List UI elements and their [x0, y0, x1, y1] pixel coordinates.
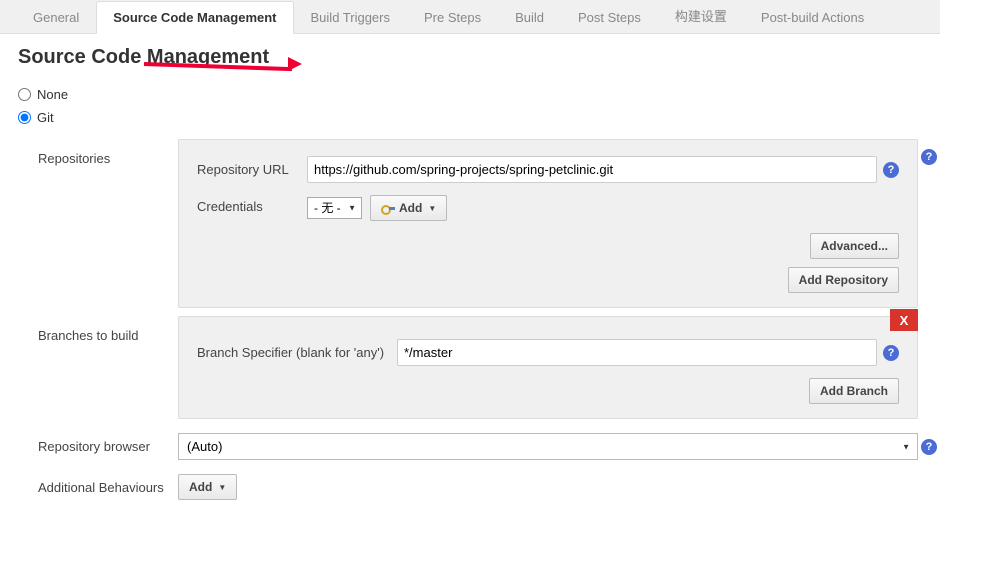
scm-radio-none-input[interactable]: [18, 88, 31, 101]
label-credentials: Credentials: [197, 195, 307, 214]
scm-radio-none-label: None: [37, 87, 68, 102]
button-add-branch-label: Add Branch: [820, 384, 888, 398]
input-repo-url[interactable]: [307, 156, 877, 183]
tab-build-triggers[interactable]: Build Triggers: [294, 1, 407, 33]
scm-radio-group: None Git: [0, 79, 940, 139]
tab-build-settings-cn[interactable]: 构建设置: [658, 0, 744, 33]
branches-panel: X Branch Specifier (blank for 'any') ? A…: [178, 316, 918, 419]
tab-post-steps[interactable]: Post Steps: [561, 1, 658, 33]
config-tabs: General Source Code Management Build Tri…: [0, 0, 940, 34]
scm-radio-git-input[interactable]: [18, 111, 31, 124]
row-repo-browser: Repository browser (Auto) ?: [38, 433, 940, 460]
button-advanced-label: Advanced...: [821, 239, 888, 253]
section-title-scm: Source Code Management: [0, 34, 940, 79]
label-repositories: Repositories: [38, 139, 178, 166]
tab-general[interactable]: General: [16, 1, 96, 33]
scm-radio-git[interactable]: Git: [18, 106, 922, 129]
button-add-behaviour-label: Add: [189, 480, 212, 494]
help-icon-repo-browser[interactable]: ?: [921, 439, 937, 455]
label-repo-browser: Repository browser: [38, 439, 178, 454]
key-icon: [381, 203, 395, 213]
help-icon-repo-url[interactable]: ?: [883, 162, 899, 178]
button-advanced[interactable]: Advanced...: [810, 233, 899, 259]
button-add-branch[interactable]: Add Branch: [809, 378, 899, 404]
input-branch-specifier[interactable]: [397, 339, 877, 366]
select-credentials[interactable]: - 无 -: [307, 197, 362, 219]
caret-icon: ▼: [428, 204, 436, 213]
git-config-body: Repositories Repository URL ? Credential…: [38, 139, 940, 500]
button-add-repository[interactable]: Add Repository: [788, 267, 899, 293]
row-branches: Branches to build X Branch Specifier (bl…: [38, 316, 940, 419]
row-repositories: Repositories Repository URL ? Credential…: [38, 139, 940, 308]
scm-radio-none[interactable]: None: [18, 83, 922, 106]
caret-icon: ▼: [218, 483, 226, 492]
label-branches: Branches to build: [38, 316, 178, 343]
label-repo-url: Repository URL: [197, 162, 307, 177]
tab-build[interactable]: Build: [498, 1, 561, 33]
label-branch-specifier: Branch Specifier (blank for 'any'): [197, 345, 397, 360]
row-additional-behaviours: Additional Behaviours Add ▼: [38, 474, 940, 500]
repositories-panel: Repository URL ? Credentials - 无 -: [178, 139, 918, 308]
job-config-page: General Source Code Management Build Tri…: [0, 0, 940, 500]
tab-postbuild-actions[interactable]: Post-build Actions: [744, 1, 881, 33]
button-add-credentials[interactable]: Add ▼: [370, 195, 447, 221]
select-repo-browser[interactable]: (Auto): [178, 433, 918, 460]
button-add-behaviour[interactable]: Add ▼: [178, 474, 237, 500]
button-add-repository-label: Add Repository: [799, 273, 888, 287]
button-add-credentials-label: Add: [399, 201, 422, 215]
tab-pre-steps[interactable]: Pre Steps: [407, 1, 498, 33]
tab-scm[interactable]: Source Code Management: [96, 1, 293, 34]
scm-radio-git-label: Git: [37, 110, 54, 125]
button-delete-branch[interactable]: X: [890, 309, 918, 331]
help-icon-repositories[interactable]: ?: [921, 149, 937, 165]
help-icon-branch-spec[interactable]: ?: [883, 345, 899, 361]
label-additional-behaviours: Additional Behaviours: [38, 480, 178, 495]
